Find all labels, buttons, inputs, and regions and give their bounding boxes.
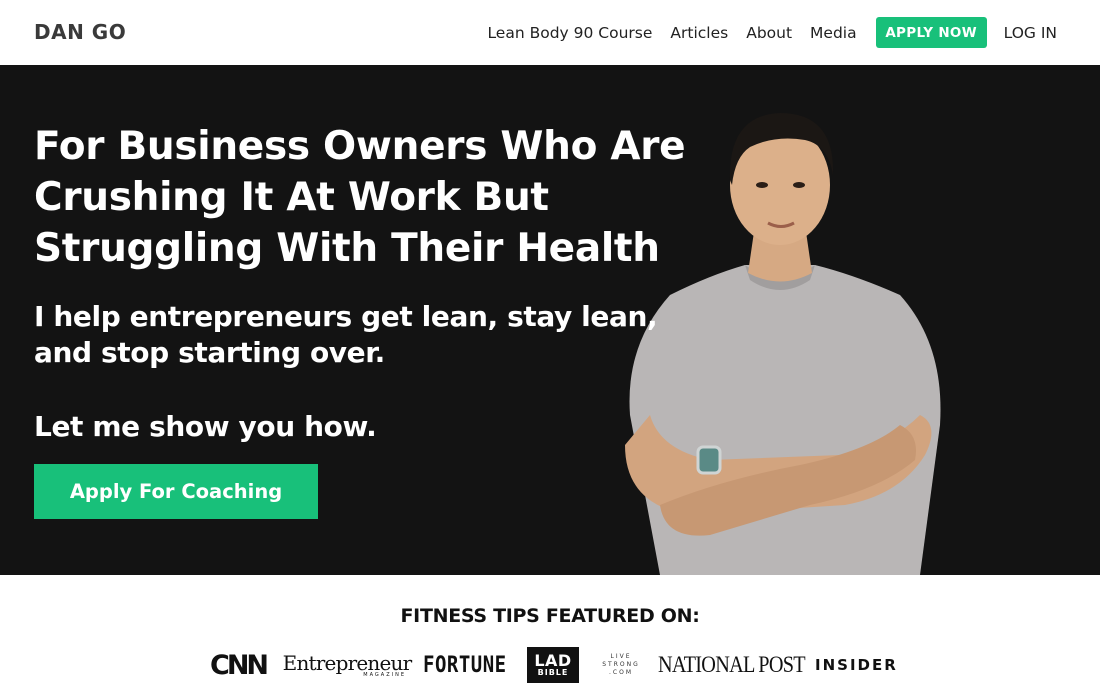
fortune-logo: FORTUNE: [423, 652, 507, 678]
livestrong-logo-line3: .COM: [609, 669, 633, 676]
nav-about[interactable]: About: [746, 24, 792, 42]
entrepreneur-logo: Entrepreneur MAGAZINE: [282, 645, 412, 685]
livestrong-logo-line2: STRONG: [602, 661, 640, 668]
login-link[interactable]: LOG IN: [1004, 24, 1057, 42]
livestrong-logo: LIVE STRONG .COM: [595, 645, 647, 685]
hero-section: For Business Owners Who Are Crushing It …: [0, 65, 1100, 575]
entrepreneur-logo-text: Entrepreneur: [282, 650, 412, 675]
national-post-logo: NATIONAL POST: [658, 652, 806, 677]
main-nav: Lean Body 90 Course Articles About Media…: [469, 17, 1057, 48]
ladbible-logo: LAD BIBLE: [527, 647, 579, 683]
entrepreneur-logo-sub: MAGAZINE: [363, 671, 406, 678]
site-header: DAN GO Lean Body 90 Course Articles Abou…: [0, 0, 1100, 65]
nav-lean-body-90-course[interactable]: Lean Body 90 Course: [487, 24, 652, 42]
ladbible-logo-bottom: BIBLE: [537, 668, 569, 677]
site-logo[interactable]: DAN GO: [34, 20, 126, 44]
cnn-logo: CNN: [210, 649, 269, 681]
nav-articles[interactable]: Articles: [670, 24, 728, 42]
apply-now-button[interactable]: APPLY NOW: [875, 17, 987, 48]
insider-logo: INSIDER: [815, 656, 898, 674]
apply-for-coaching-button[interactable]: Apply For Coaching: [34, 464, 318, 519]
livestrong-logo-line1: LIVE: [610, 653, 632, 660]
nav-media[interactable]: Media: [810, 24, 857, 42]
featured-title: FITNESS TIPS FEATURED ON:: [400, 605, 700, 627]
hero-subtitle: I help entrepreneurs get lean, stay lean…: [34, 300, 658, 369]
featured-logos: CNN Entrepreneur MAGAZINE FORTUNE LAD BI…: [210, 645, 900, 685]
ladbible-logo-top: LAD: [534, 651, 572, 670]
hero-cta-text: Let me show you how.: [34, 410, 377, 443]
